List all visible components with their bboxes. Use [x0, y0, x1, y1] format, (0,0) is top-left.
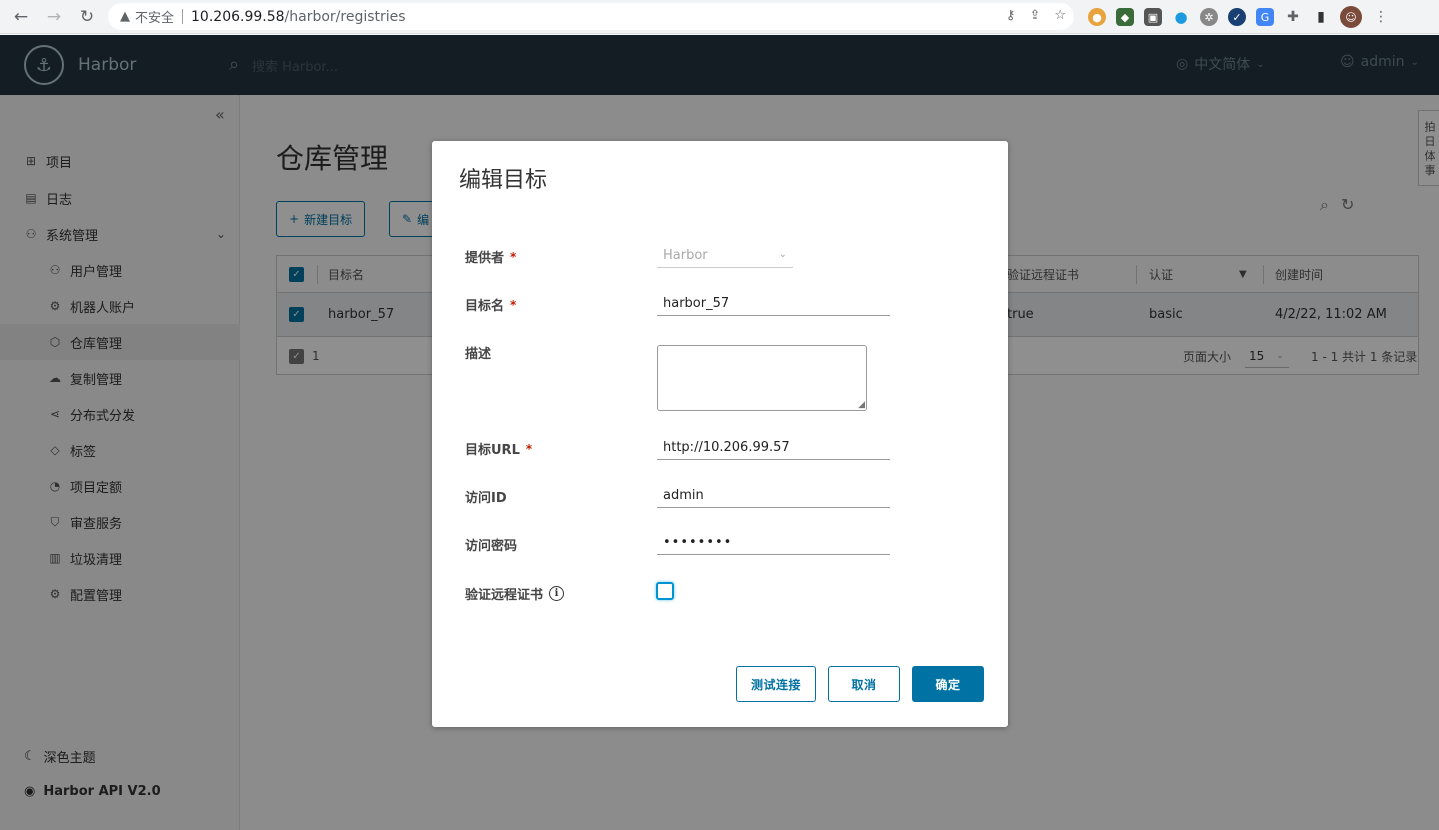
- share-icon[interactable]: ⇪: [1029, 8, 1040, 23]
- url-host: 10.206.99.58: [191, 8, 285, 25]
- url-path: /harbor/registries: [284, 8, 406, 25]
- edit-endpoint-modal: 编辑目标 提供者 * Harbor ⌄ 目标名 * harbor_57 描述 ◢ 目标…: [432, 141, 1008, 727]
- drop-icon[interactable]: ●: [1172, 8, 1190, 26]
- sidepanel-icon[interactable]: ▮: [1312, 8, 1330, 26]
- reload-icon[interactable]: ↻: [73, 3, 101, 31]
- description-textarea[interactable]: ◢: [657, 345, 867, 411]
- extension-icon[interactable]: ◆: [1116, 8, 1134, 26]
- required-mark: *: [510, 249, 517, 264]
- access-secret-input[interactable]: ••••••••: [657, 531, 890, 555]
- insecure-label: 不安全: [135, 11, 175, 26]
- endpoint-url-input[interactable]: http://10.206.99.57: [657, 436, 890, 460]
- browser-toolbar: ← → ↻ ▲ 不安全 10.206.99.58/harbor/registri…: [0, 0, 1439, 34]
- star-icon[interactable]: ☆: [1054, 8, 1066, 23]
- resize-handle-icon[interactable]: ◢: [858, 400, 865, 410]
- warning-icon: ▲: [120, 9, 130, 24]
- provider-value: Harbor: [663, 248, 708, 263]
- access-id-input[interactable]: admin: [657, 484, 890, 508]
- required-mark: *: [510, 297, 517, 312]
- puzzle-icon[interactable]: ✚: [1284, 8, 1302, 26]
- provider-label-text: 提供者: [465, 251, 505, 266]
- divider: [182, 9, 184, 24]
- access-id-label: 访问ID: [465, 491, 507, 506]
- verify-cert-label-text: 验证远程证书: [465, 588, 544, 603]
- key-icon[interactable]: ⚷: [1006, 8, 1016, 23]
- forward-icon[interactable]: →: [40, 3, 68, 31]
- provider-label: 提供者 *: [465, 247, 517, 267]
- menu-icon[interactable]: ⋮: [1372, 8, 1390, 26]
- extension-icon[interactable]: ✲: [1200, 8, 1218, 26]
- verify-cert-checkbox[interactable]: [656, 582, 674, 600]
- url-label-text: 目标URL: [465, 443, 520, 458]
- translate-icon[interactable]: G: [1256, 8, 1274, 26]
- name-label-text: 目标名: [465, 299, 505, 314]
- url-label: 目标URL *: [465, 439, 533, 459]
- verify-cert-label: 验证远程证书 i: [465, 584, 565, 603]
- ok-button[interactable]: 确定: [912, 666, 984, 702]
- back-icon[interactable]: ←: [7, 3, 35, 31]
- name-label: 目标名 *: [465, 295, 517, 315]
- cookie-icon[interactable]: ●: [1088, 8, 1106, 26]
- endpoint-name-input[interactable]: harbor_57: [657, 292, 890, 316]
- modal-backdrop: [0, 35, 1439, 95]
- cancel-button[interactable]: 取消: [828, 666, 900, 702]
- test-connection-button[interactable]: 测试连接: [736, 666, 816, 702]
- avatar[interactable]: ☺: [1340, 6, 1362, 28]
- check-icon[interactable]: ✓: [1228, 8, 1246, 26]
- required-mark: *: [525, 441, 533, 456]
- url-text: 10.206.99.58/harbor/registries: [191, 9, 406, 25]
- description-label: 描述: [465, 347, 492, 362]
- modal-title: 编辑目标: [459, 168, 548, 193]
- address-bar[interactable]: ▲ 不安全 10.206.99.58/harbor/registries ⚷ ⇪…: [108, 3, 1074, 30]
- access-secret-label: 访问密码: [465, 539, 518, 554]
- chevron-down-icon: ⌄: [778, 249, 787, 260]
- provider-select[interactable]: Harbor ⌄: [657, 244, 793, 268]
- info-icon[interactable]: i: [549, 586, 565, 601]
- extension-icon[interactable]: ▣: [1144, 8, 1162, 26]
